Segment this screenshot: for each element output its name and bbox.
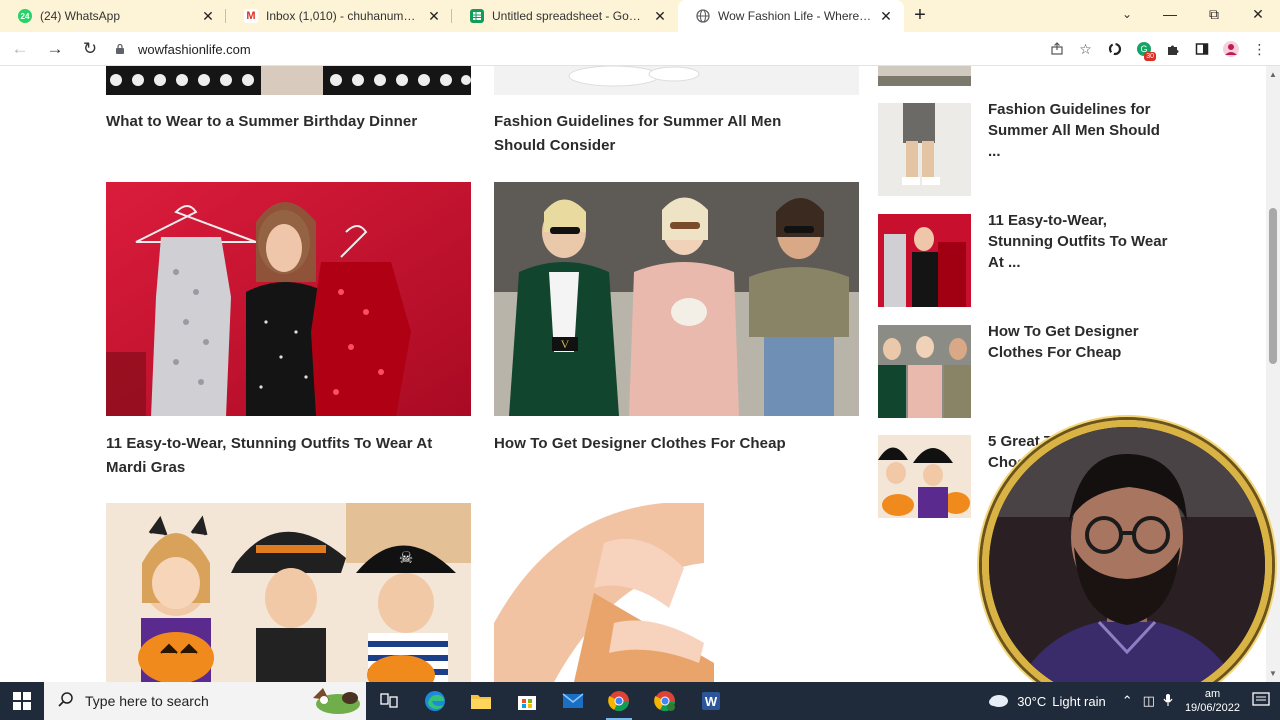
store-icon[interactable] (504, 682, 550, 720)
article-title-birthday-dinner[interactable]: What to Wear to a Summer Birthday Dinner (106, 110, 471, 134)
edge-icon[interactable] (412, 682, 458, 720)
scroll-up-icon[interactable]: ▲ (1269, 70, 1277, 79)
more-vert-icon[interactable]: ⋮ (1245, 34, 1274, 64)
system-clock[interactable]: am 19/06/2022 (1185, 687, 1240, 715)
lock-icon (116, 43, 124, 54)
svg-text:W: W (705, 694, 718, 709)
article-image-mardi-gras[interactable] (106, 182, 471, 416)
url-text: wowfashionlife.com (138, 41, 251, 57)
lattice-pattern-icon (106, 66, 471, 95)
sidebar-item-mardi-gras[interactable]: 11 Easy-to-Wear, Stunning Outfits To Wea… (878, 212, 1168, 307)
tab-title: Untitled spreadsheet - Google Sh (492, 9, 646, 23)
new-tab-button[interactable]: + (904, 0, 936, 32)
scrollbar-thumb[interactable] (1269, 208, 1277, 364)
toolbar-actions: ☆ G 30 ⋮ (1042, 34, 1274, 64)
microphone-icon[interactable] (1163, 693, 1173, 710)
close-window-button[interactable]: ✕ (1236, 0, 1280, 30)
minimize-button[interactable]: — (1148, 0, 1192, 30)
search-highlight-icon (298, 686, 362, 719)
search-icon (58, 691, 73, 711)
extension-grammarly-icon[interactable]: G 30 (1129, 34, 1158, 64)
extension-badge: 30 (1144, 52, 1156, 61)
sync-icon[interactable] (1100, 34, 1129, 64)
chevron-down-icon[interactable]: ⌄ (1112, 0, 1142, 30)
sidebar-item-title: How To Get Designer Clothes For Cheap (988, 323, 1139, 361)
sidebar-thumbnail (878, 103, 971, 196)
sidebar-item-title: 11 Easy-to-Wear, Stunning Outfits To Wea… (988, 212, 1168, 271)
article-image-halloween[interactable]: ☠ (106, 503, 471, 682)
taskbar-search-input[interactable]: Type here to search (44, 682, 366, 720)
puzzle-icon[interactable] (1158, 34, 1187, 64)
sidebar-thumbnail (878, 214, 971, 307)
tab-title: (24) WhatsApp (40, 9, 121, 23)
tab-title: Wow Fashion Life - Where Fashi (718, 9, 872, 23)
weather-temp: 30°C (1017, 693, 1047, 709)
notification-icon[interactable] (1252, 691, 1270, 711)
forward-arrow-icon[interactable]: → (40, 34, 70, 64)
reload-icon[interactable]: ↻ (75, 34, 105, 64)
chevron-up-icon[interactable]: ⌃ (1122, 693, 1133, 709)
webcam-overlay (982, 420, 1272, 710)
chrome-profile-icon[interactable] (642, 682, 688, 720)
close-icon[interactable]: ✕ (652, 8, 668, 24)
article-image-birthday-dinner[interactable] (106, 66, 471, 95)
close-icon[interactable]: ✕ (878, 8, 894, 24)
system-tray: 30°C Light rain ⌃ ◫ am 19/06/2022 (987, 682, 1280, 720)
article-title-mardi-gras[interactable]: 11 Easy-to-Wear, Stunning Outfits To Wea… (106, 432, 471, 479)
share-icon[interactable] (1042, 34, 1071, 64)
tab-title: Inbox (1,010) - chuhanumair37@ (266, 9, 420, 23)
svg-text:☠: ☠ (399, 548, 413, 567)
sheets-icon (470, 9, 484, 23)
sidebar-thumbnail (878, 435, 971, 518)
word-icon[interactable]: W (688, 682, 734, 720)
star-icon[interactable]: ☆ (1071, 34, 1100, 64)
file-explorer-icon[interactable] (458, 682, 504, 720)
sidebar-thumbnail (878, 66, 971, 86)
network-icon[interactable]: ◫ (1143, 693, 1155, 709)
presenter-video-icon (989, 427, 1265, 703)
sidebar-thumbnail (878, 325, 971, 418)
search-placeholder: Type here to search (85, 693, 209, 709)
sidebar-item-designer-clothes[interactable]: How To Get Designer Clothes For Cheap (878, 323, 1168, 418)
side-panel-icon[interactable] (1187, 34, 1216, 64)
scroll-down-icon[interactable]: ▼ (1269, 669, 1277, 678)
tab-whatsapp[interactable]: 24 (24) WhatsApp ✕ (0, 0, 226, 32)
article-title-men-summer[interactable]: Fashion Guidelines for Summer All Men Sh… (494, 110, 834, 157)
article-title-designer-clothes[interactable]: How To Get Designer Clothes For Cheap (494, 432, 859, 456)
tab-sheets[interactable]: Untitled spreadsheet - Google Sh ✕ (452, 0, 678, 32)
windows-taskbar: Type here to search W 30°C Light rain ⌃ (0, 682, 1280, 720)
back-arrow-icon[interactable]: ← (5, 34, 35, 64)
weather-desc: Light rain (1052, 693, 1106, 709)
gmail-icon: M (244, 9, 258, 23)
window-controls: — ⧉ ✕ (1148, 0, 1280, 32)
sidebar-item-men-summer[interactable]: Fashion Guidelines for Summer All Men Sh… (878, 101, 1168, 196)
tab-gmail[interactable]: M Inbox (1,010) - chuhanumair37@ ✕ (226, 0, 452, 32)
address-bar[interactable]: wowfashionlife.com (108, 36, 1008, 62)
close-icon[interactable]: ✕ (200, 8, 216, 24)
browser-toolbar: ← → ↻ wowfashionlife.com ☆ G 30 ⋮ (0, 32, 1280, 66)
task-view-icon[interactable] (366, 682, 412, 720)
article-image-designer-clothes[interactable]: V (494, 182, 859, 416)
svg-text:V: V (561, 337, 570, 351)
article-image-waxing[interactable] (494, 503, 715, 682)
tab-wowfashionlife[interactable]: Wow Fashion Life - Where Fashi ✕ (678, 0, 904, 32)
cloud-rain-icon (987, 692, 1009, 711)
profile-avatar-icon[interactable] (1216, 34, 1245, 64)
browser-tab-strip: 24 (24) WhatsApp ✕ M Inbox (1,010) - chu… (0, 0, 1280, 32)
sidebar-item-title: Fashion Guidelines for Summer All Men Sh… (988, 101, 1160, 160)
globe-icon (696, 9, 710, 23)
chrome-icon[interactable] (596, 682, 642, 720)
weather-widget[interactable]: 30°C Light rain (987, 692, 1106, 711)
mail-icon[interactable] (550, 682, 596, 720)
article-image-men-summer[interactable] (494, 66, 859, 95)
restore-button[interactable]: ⧉ (1192, 0, 1236, 30)
clock-time: am (1204, 688, 1221, 700)
close-icon[interactable]: ✕ (426, 8, 442, 24)
clock-date: 19/06/2022 (1184, 702, 1240, 714)
windows-start-icon[interactable] (0, 682, 44, 720)
whatsapp-icon: 24 (18, 9, 32, 23)
sidebar-top-thumbnail[interactable] (878, 66, 1168, 86)
